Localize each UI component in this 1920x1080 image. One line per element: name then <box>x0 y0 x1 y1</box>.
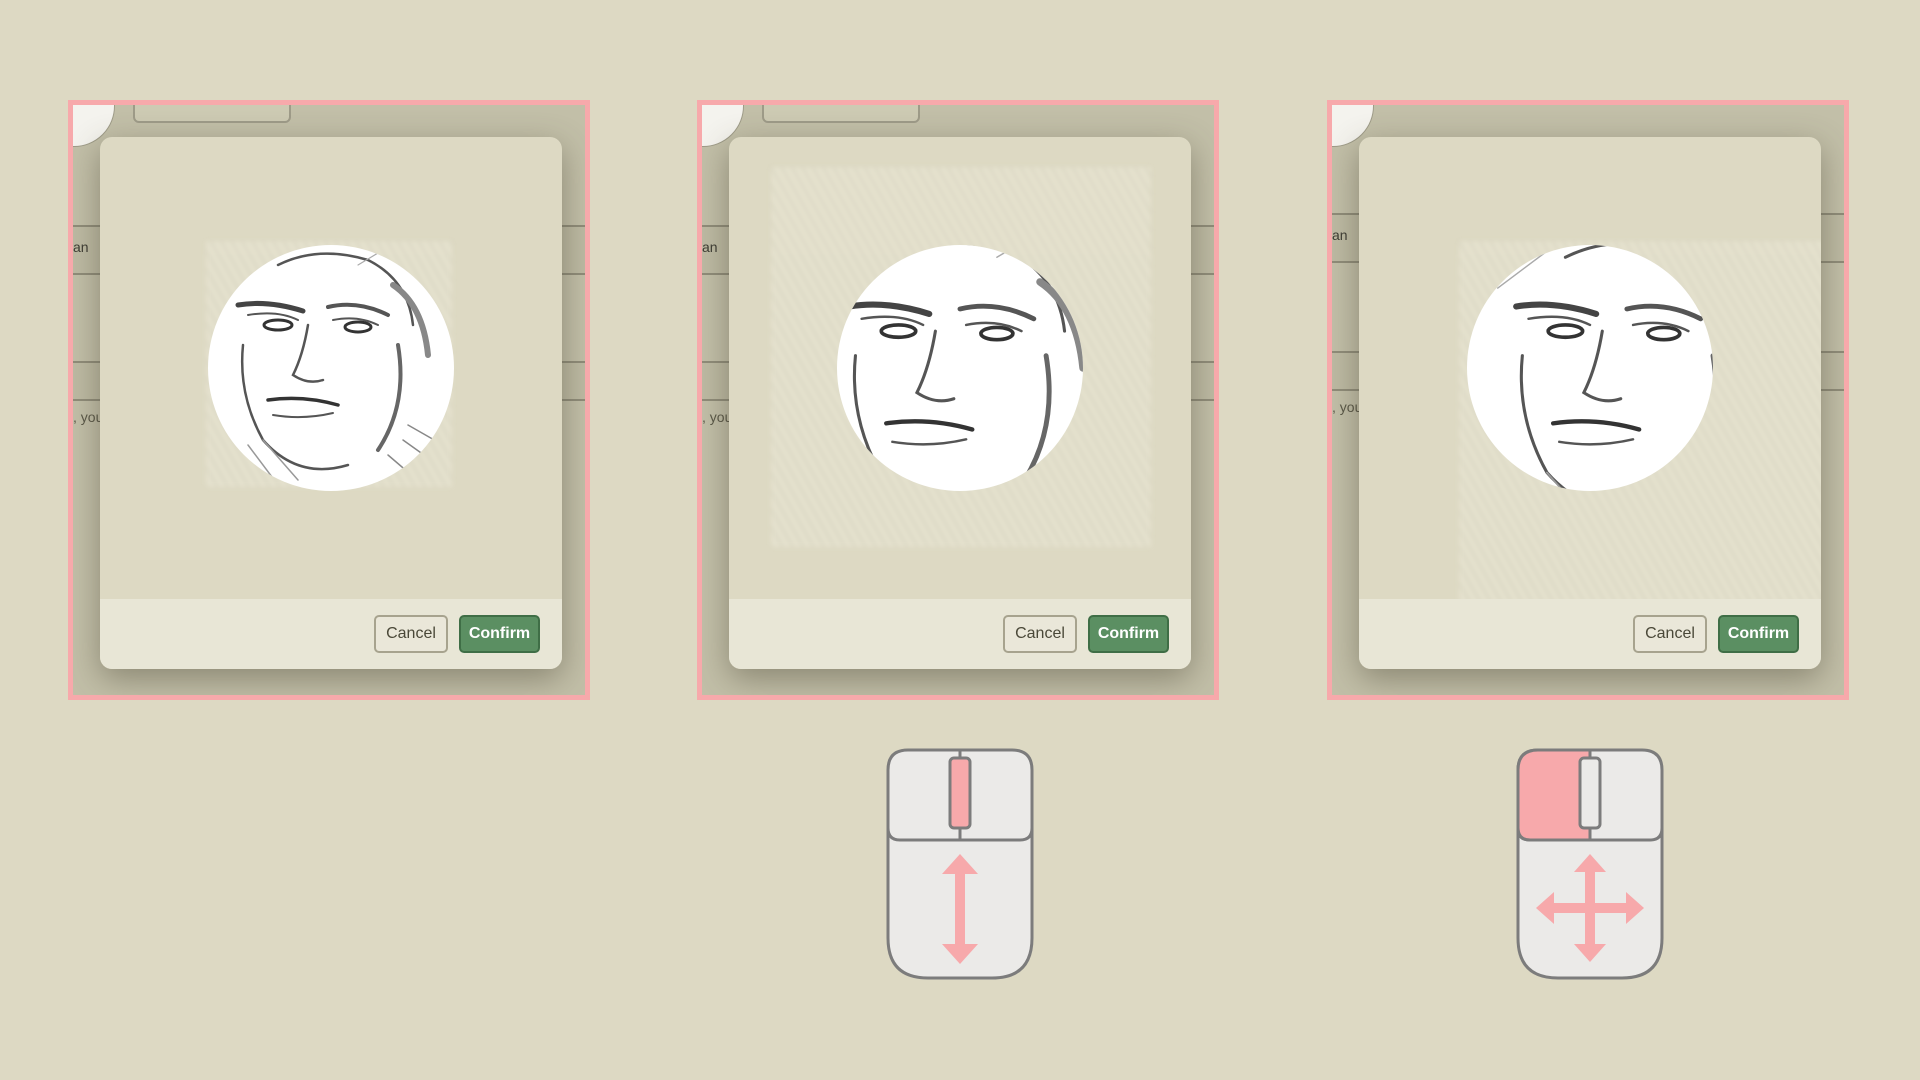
background-chip <box>133 105 291 123</box>
crop-dialog: Cancel Confirm <box>100 137 562 669</box>
scroll-wheel-icon <box>948 756 972 830</box>
crop-dialog: Cancel Confirm <box>729 137 1191 669</box>
confirm-button[interactable]: Confirm <box>1088 615 1169 653</box>
cancel-button[interactable]: Cancel <box>374 615 448 653</box>
crop-dialog: Cancel Confirm <box>1359 137 1821 669</box>
dialog-footer: Cancel Confirm <box>1359 599 1821 669</box>
mouse-scroll-hint <box>886 748 1034 985</box>
crop-area[interactable] <box>100 137 562 599</box>
dialog-footer: Cancel Confirm <box>100 599 562 669</box>
background-chip <box>762 105 920 123</box>
confirm-button[interactable]: Confirm <box>1718 615 1799 653</box>
background-field-label: an <box>73 239 89 255</box>
avatar-crop-preview[interactable] <box>837 245 1083 491</box>
step-3-panel: an , you Cancel Confirm <box>1327 100 1849 700</box>
background-hint-text: , you <box>1332 399 1363 415</box>
confirm-button[interactable]: Confirm <box>459 615 540 653</box>
avatar-crop-preview[interactable] <box>208 245 454 491</box>
avatar-crop-preview[interactable] <box>1467 245 1713 491</box>
background-hint-text: , you <box>702 409 733 425</box>
background-hint-text: , you <box>73 409 104 425</box>
dialog-footer: Cancel Confirm <box>729 599 1191 669</box>
crop-area[interactable] <box>729 137 1191 599</box>
background-field-label: an <box>702 239 718 255</box>
mouse-drag-hint <box>1516 748 1664 985</box>
step-1-panel: an , you Cancel Confirm <box>68 100 590 700</box>
step-2-panel: an , you Cancel Confirm <box>697 100 1219 700</box>
background-field-label: an <box>1332 227 1348 243</box>
cancel-button[interactable]: Cancel <box>1003 615 1077 653</box>
cancel-button[interactable]: Cancel <box>1633 615 1707 653</box>
crop-area[interactable] <box>1359 137 1821 599</box>
